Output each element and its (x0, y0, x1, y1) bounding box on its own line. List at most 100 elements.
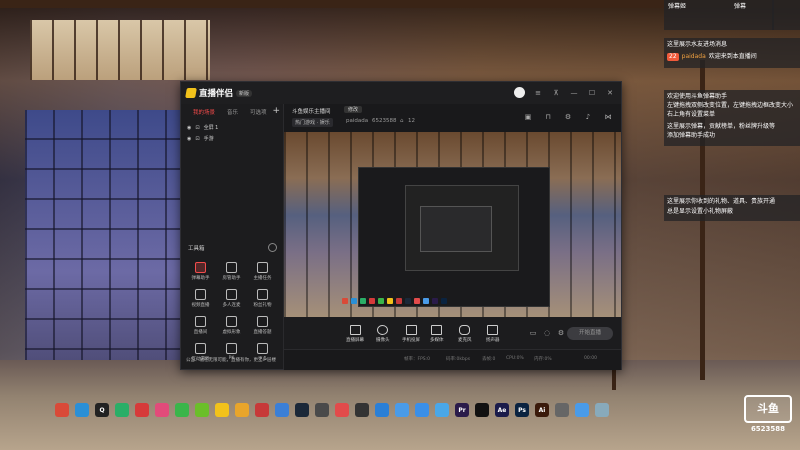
speaker-icon (487, 325, 499, 335)
edit-title-button[interactable]: 修改 (344, 106, 363, 113)
photoshop-icon[interactable]: Ps (515, 403, 529, 417)
after-effects-icon[interactable]: Ae (495, 403, 509, 417)
camera-button[interactable]: 摄像头 (376, 325, 390, 343)
qq-icon[interactable]: Q (95, 403, 109, 417)
room-id: 6523588 (372, 118, 397, 124)
tip-line: 左键拖拽双侧改变位置，左键拖拽边框改变大小 (667, 102, 794, 109)
eye-icon[interactable]: ◉ (187, 125, 191, 131)
desktop-taskbar: Q Pr Ae Ps Ai (55, 400, 715, 420)
screen-button[interactable]: 直播屏幕 (346, 325, 364, 343)
version-badge[interactable]: 新版 (236, 89, 253, 97)
viewer-count: 12 (408, 118, 415, 124)
share-icon[interactable]: ⋈ (603, 112, 613, 122)
pin-icon[interactable]: ⊼ (551, 88, 561, 98)
tool-live-room[interactable]: 直播间 (185, 316, 216, 335)
settings-icon[interactable]: ⚙ (563, 112, 573, 122)
close-icon[interactable]: ✕ (605, 88, 615, 98)
recycle-bin-icon[interactable] (595, 403, 609, 417)
mini-app-icon (441, 298, 447, 304)
mini-app-icon (378, 298, 384, 304)
obs-icon[interactable] (355, 403, 369, 417)
netease-music-icon[interactable] (135, 403, 149, 417)
settings-icon[interactable]: ⚙ (556, 328, 566, 338)
gift-box-icon[interactable]: ▣ (523, 112, 533, 122)
mini-app-icon (342, 298, 348, 304)
maximize-icon[interactable]: ☐ (587, 88, 597, 98)
tool-streamer-task[interactable]: 主播任务 (247, 262, 278, 281)
gift-line: 这里展示你收到的礼物、道具、贵族开通 (667, 198, 776, 205)
tool-multi-mic[interactable]: 多人连麦 (216, 289, 247, 308)
category-chip[interactable]: 热门游戏 · 娱乐 (292, 118, 333, 127)
source-list: ◉ ⊡ 全屏 1 ◉ ⊡ 手游 (187, 122, 218, 144)
mem-status: 内存:0% (534, 357, 552, 362)
phone-cast-button[interactable]: 手机投屏 (402, 325, 420, 343)
avatar[interactable] (514, 87, 525, 98)
steam-icon[interactable] (295, 403, 309, 417)
live-companion-window: 直播伴侣 新版 ≡ ⊼ — ☐ ✕ 我的场景 音乐 可选项 + ◉ ⊡ 全屏 1… (180, 81, 622, 370)
title-bar[interactable]: 直播伴侣 新版 ≡ ⊼ — ☐ ✕ (181, 82, 621, 104)
start-live-button[interactable]: 开始直播 (567, 327, 613, 340)
tab-my-scenes[interactable]: 我的场景 (193, 108, 215, 116)
gear-icon[interactable] (268, 243, 277, 252)
premiere-icon[interactable]: Pr (455, 403, 469, 417)
wallpaper-window-left (25, 110, 195, 380)
overlay-header-left: 弹幕姬 (668, 3, 687, 10)
note-icon[interactable] (575, 403, 589, 417)
danmaku-controls-overlay[interactable] (772, 0, 800, 30)
browser-icon[interactable] (375, 403, 389, 417)
illustrator-icon[interactable]: Ai (535, 403, 549, 417)
menu-icon[interactable]: ≡ (533, 88, 543, 98)
baidu-netdisk-icon[interactable] (395, 403, 409, 417)
live-preview[interactable] (284, 132, 621, 317)
phone-icon (405, 325, 417, 335)
chrome-icon[interactable] (55, 403, 69, 417)
replay-icon[interactable]: ◌ (542, 328, 552, 338)
record-icon[interactable]: ▭ (528, 328, 538, 338)
status-bar: 帧率：FPS:0 码率:0kbps 丢帧:0 CPU:0% 内存:0% 00:0… (284, 349, 621, 370)
video-icon[interactable] (175, 403, 189, 417)
add-source-button[interactable]: + (272, 106, 280, 116)
tab-options[interactable]: 可选项 (250, 108, 267, 116)
music-icon[interactable] (255, 403, 269, 417)
source-label: 手游 (203, 136, 214, 142)
app-icon[interactable] (215, 403, 229, 417)
game-icon[interactable] (155, 403, 169, 417)
source-item[interactable]: ◉ ⊡ 手游 (187, 133, 218, 144)
edge-icon[interactable] (75, 403, 89, 417)
live-timer: 00:00 (584, 356, 597, 361)
chat-message: 这里展示水友进场消息 (667, 41, 728, 48)
lock-icon[interactable]: ⊡ (195, 136, 199, 142)
mic-button[interactable]: 麦克风 (458, 325, 472, 343)
eye-icon[interactable]: ◉ (187, 136, 191, 142)
bell-icon[interactable]: ♪ (583, 112, 593, 122)
screen-icon (349, 325, 361, 335)
lock-icon[interactable]: ⊡ (195, 125, 199, 131)
game2-icon[interactable] (235, 403, 249, 417)
tool-fan-gift[interactable]: 粉丝礼物 (247, 289, 278, 308)
source-item[interactable]: ◉ ⊡ 全屏 1 (187, 122, 218, 133)
room-icon (195, 316, 206, 327)
tool-virtual-avatar[interactable]: 虚拟形象 (216, 316, 247, 335)
tool-danmaku[interactable]: 弹幕助手 (185, 262, 216, 281)
wechat-icon[interactable] (115, 403, 129, 417)
minimize-icon[interactable]: — (569, 88, 579, 98)
tool-quiz[interactable]: 直播答题 (247, 316, 278, 335)
tool-video-live[interactable]: 视频直播 (185, 289, 216, 308)
record-icon[interactable] (335, 403, 349, 417)
capcut-icon[interactable] (475, 403, 489, 417)
tip-line: 右上角有设置菜单 (667, 111, 716, 118)
lock-icon[interactable]: ⊓ (543, 112, 553, 122)
lark-icon[interactable] (435, 403, 449, 417)
other-icon[interactable] (555, 403, 569, 417)
tool-room-manager[interactable]: 房管助手 (216, 262, 247, 281)
media-button[interactable]: 多媒体 (430, 325, 444, 343)
douyu-watermark: 斗鱼 6523588 (740, 395, 796, 439)
speaker-button[interactable]: 扬声器 (486, 325, 500, 343)
feishu-icon[interactable] (415, 403, 429, 417)
iqiyi-icon[interactable] (195, 403, 209, 417)
drop-status: 丢帧:0 (482, 357, 496, 362)
game3-icon[interactable] (315, 403, 329, 417)
wechat-work-icon[interactable] (275, 403, 289, 417)
tab-music[interactable]: 音乐 (227, 108, 238, 116)
mini-app-icon (405, 298, 411, 304)
